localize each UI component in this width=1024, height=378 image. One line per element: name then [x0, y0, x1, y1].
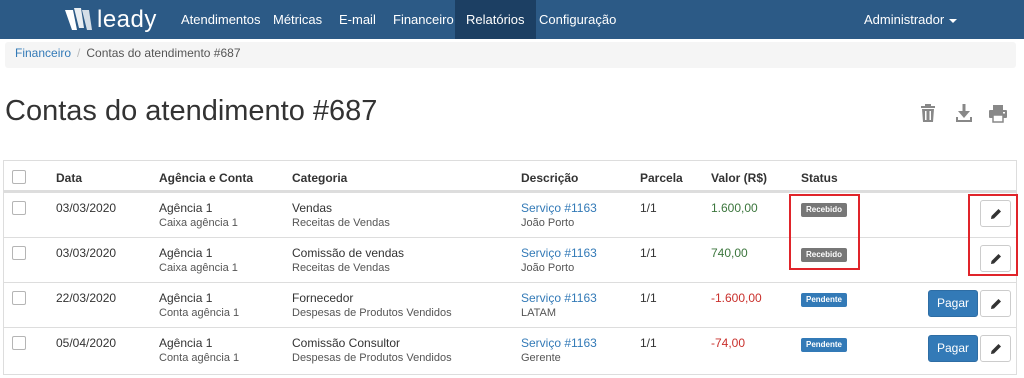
row-checkbox[interactable]: [12, 291, 26, 305]
row-agency: Agência 1: [159, 201, 213, 215]
leady-logo-icon: [65, 7, 92, 30]
header-date: Data: [56, 171, 83, 185]
edit-button[interactable]: [980, 245, 1011, 272]
pencil-icon: [990, 298, 1001, 309]
row-checkbox[interactable]: [12, 201, 26, 215]
table-row: 03/03/2020 Agência 1 Caixa agência 1 Com…: [4, 237, 1016, 282]
table-row: 05/04/2020 Agência 1 Conta agência 1 Com…: [4, 327, 1016, 372]
row-category: Vendas: [292, 201, 333, 215]
row-installment: 1/1: [640, 246, 657, 260]
breadcrumb-current: Contas do atendimento #687: [86, 46, 241, 60]
row-subcategory: Despesas de Produtos Vendidos: [292, 307, 452, 319]
row-checkbox[interactable]: [12, 336, 26, 350]
row-agency: Agência 1: [159, 246, 213, 260]
header-amount: Valor (R$): [711, 171, 768, 185]
status-badge: Recebido: [801, 203, 848, 217]
row-checkbox[interactable]: [12, 246, 26, 260]
pay-button[interactable]: Pagar: [928, 290, 978, 317]
top-navbar: leady Atendimentos Métricas E-mail Finan…: [0, 0, 1024, 39]
edit-button[interactable]: [980, 290, 1011, 317]
row-agency: Agência 1: [159, 336, 213, 350]
row-installment: 1/1: [640, 336, 657, 350]
edit-button[interactable]: [980, 335, 1011, 362]
pay-button[interactable]: Pagar: [928, 335, 978, 362]
breadcrumb-financeiro-link[interactable]: Financeiro: [15, 46, 71, 60]
row-account: Caixa agência 1: [159, 262, 238, 274]
nav-item-configuracao[interactable]: Configuração: [528, 0, 627, 39]
nav-item-atendimentos[interactable]: Atendimentos: [170, 0, 272, 39]
row-date: 03/03/2020: [56, 246, 117, 260]
row-amount: 740,00: [711, 246, 748, 260]
row-person: João Porto: [521, 262, 575, 274]
edit-button[interactable]: [980, 200, 1011, 227]
row-person: João Porto: [521, 217, 575, 229]
row-subcategory: Despesas de Produtos Vendidos: [292, 352, 452, 364]
accounts-table: Data Agência e Conta Categoria Descrição…: [3, 160, 1017, 375]
status-badge: Pendente: [801, 293, 848, 307]
header-installment: Parcela: [640, 171, 683, 185]
row-account: Caixa agência 1: [159, 217, 238, 229]
row-amount: -1.600,00: [711, 291, 762, 305]
row-date: 03/03/2020: [56, 201, 117, 215]
row-amount: 1.600,00: [711, 201, 758, 215]
header-category: Categoria: [292, 171, 348, 185]
breadcrumb: Financeiro / Contas do atendimento #687: [5, 42, 1016, 68]
table-row: 03/03/2020 Agência 1 Caixa agência 1 Ven…: [4, 192, 1016, 237]
row-category: Comissão de vendas: [292, 246, 405, 260]
header-description: Descrição: [521, 171, 579, 185]
row-category: Fornecedor: [292, 291, 354, 305]
row-service-link[interactable]: Serviço #1163: [521, 336, 597, 350]
row-service-link[interactable]: Serviço #1163: [521, 291, 597, 305]
status-badge: Recebido: [801, 248, 848, 262]
pencil-icon: [990, 208, 1001, 219]
row-amount: -74,00: [711, 336, 746, 350]
nav-item-email[interactable]: E-mail: [328, 0, 387, 39]
row-subcategory: Receitas de Vendas: [292, 262, 390, 274]
pencil-icon: [990, 343, 1001, 354]
trash-icon[interactable]: [918, 103, 938, 123]
download-icon[interactable]: [954, 103, 974, 123]
header-status: Status: [801, 171, 838, 185]
table-row: 22/03/2020 Agência 1 Conta agência 1 For…: [4, 282, 1016, 327]
nav-item-relatorios[interactable]: Relatórios: [455, 0, 536, 39]
row-service-link[interactable]: Serviço #1163: [521, 246, 597, 260]
row-person: LATAM: [521, 307, 557, 319]
user-name: Administrador: [864, 12, 945, 27]
row-service-link[interactable]: Serviço #1163: [521, 201, 597, 215]
row-account: Conta agência 1: [159, 352, 240, 364]
row-subcategory: Receitas de Vendas: [292, 217, 390, 229]
row-installment: 1/1: [640, 201, 657, 215]
pencil-icon: [990, 253, 1001, 264]
breadcrumb-separator: /: [77, 46, 81, 60]
print-icon[interactable]: [988, 103, 1008, 123]
row-account: Conta agência 1: [159, 307, 240, 319]
status-badge: Pendente: [801, 338, 848, 352]
select-all-checkbox[interactable]: [12, 170, 26, 184]
table-header-row: Data Agência e Conta Categoria Descrição…: [4, 161, 1016, 192]
row-agency: Agência 1: [159, 291, 213, 305]
row-person: Gerente: [521, 352, 561, 364]
header-agency: Agência e Conta: [159, 171, 254, 185]
row-date: 22/03/2020: [56, 291, 117, 305]
nav-item-metricas[interactable]: Métricas: [262, 0, 333, 39]
user-menu[interactable]: Administrador: [853, 0, 968, 39]
page-title: Contas do atendimento #687: [5, 95, 378, 127]
row-date: 05/04/2020: [56, 336, 117, 350]
row-installment: 1/1: [640, 291, 657, 305]
row-category: Comissão Consultor: [292, 336, 401, 350]
brand-name: leady: [97, 5, 157, 33]
nav-item-financeiro[interactable]: Financeiro: [382, 0, 465, 39]
caret-down-icon: [949, 18, 958, 23]
brand-logo[interactable]: leady: [64, 6, 157, 33]
